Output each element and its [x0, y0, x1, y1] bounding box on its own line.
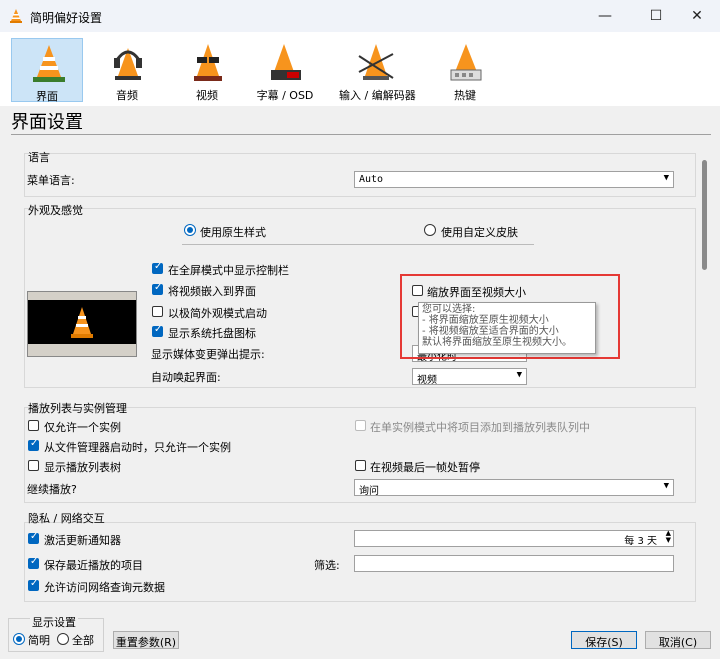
embed-video-checkbox[interactable] [152, 282, 163, 295]
cone-cable-icon [358, 44, 394, 80]
one-instance-checkbox[interactable] [28, 420, 39, 431]
filter-label: 筛选: [314, 559, 340, 572]
one-instance-label: 仅允许一个实例 [44, 421, 121, 434]
recent-items-label: 保存最近播放的项目 [44, 559, 143, 572]
privacy-group-label: 隐私 / 网络交互 [28, 512, 105, 525]
cone-interface-icon [33, 45, 65, 82]
embed-video-label: 将视频嵌入到界面 [168, 285, 256, 298]
menu-language-label: 菜单语言: [27, 174, 75, 187]
all-view-radio[interactable] [57, 633, 69, 645]
cone-glasses-icon [194, 44, 222, 81]
continue-playback-value: 询问 [359, 486, 379, 497]
systray-checkbox[interactable] [152, 324, 163, 337]
page-title: 界面设置 [11, 112, 83, 133]
tooltip-line: 默认将界面缩放至原生视频大小。 [422, 337, 572, 348]
enqueue-checkbox[interactable] [355, 420, 366, 431]
recent-items-checkbox[interactable] [28, 556, 39, 569]
tooltip-line: 您可以选择: [422, 304, 476, 315]
preview-controls [28, 344, 136, 356]
tooltip-line: - 将视频缩放至适合界面的大小 [422, 326, 559, 337]
cancel-button[interactable]: 取消(C) [645, 631, 711, 649]
pause-last-frame-label: 在视频最后一帧处暂停 [370, 461, 480, 474]
playlist-tree-checkbox[interactable] [28, 460, 39, 471]
simple-view-radio[interactable] [13, 633, 25, 645]
minimal-start-checkbox[interactable] [152, 306, 163, 317]
simple-view-label: 简明 [28, 634, 50, 647]
category-subtitles-osd[interactable]: 字幕 / OSD [249, 38, 321, 102]
category-label: 界面 [36, 90, 58, 103]
update-notifier-label: 激活更新通知器 [44, 534, 121, 547]
divider [182, 244, 534, 245]
update-notifier-checkbox[interactable] [28, 531, 39, 544]
reset-button[interactable]: 重置参数(R) [113, 631, 179, 649]
category-audio[interactable]: 音频 [91, 38, 163, 102]
chevron-down-icon: ▼ [663, 481, 669, 491]
update-days-spinbox[interactable]: 每 3 天 ▲ ▼ [354, 530, 674, 547]
tooltip-line: - 将界面缩放至原生视频大小 [422, 315, 549, 326]
category-input-codecs[interactable]: 输入 / 编解码器 [339, 38, 416, 102]
close-button[interactable]: ✕ [674, 0, 720, 32]
cone-headphones-icon [114, 48, 142, 80]
continue-playback-select[interactable]: 询问 ▼ [354, 479, 674, 497]
divider [11, 134, 711, 135]
raise-interface-label: 自动唤起界面: [151, 371, 221, 384]
metadata-checkbox[interactable] [28, 578, 39, 591]
chevron-down-icon: ▼ [516, 370, 522, 380]
native-style-label: 使用原生样式 [200, 226, 266, 239]
maximize-button[interactable]: ☐ [633, 0, 679, 32]
menu-language-value: Auto [359, 174, 384, 185]
settings-panel[interactable]: 语言 菜单语言: Auto ▼ 外观及感觉 使用原生样式 使用自定义皮肤 在全屏… [12, 140, 700, 610]
category-label: 音频 [116, 89, 138, 102]
interface-preview-image [27, 291, 137, 357]
category-label: 热键 [454, 89, 476, 102]
native-style-radio[interactable] [184, 224, 196, 236]
cone-clapper-icon [271, 44, 301, 80]
custom-skin-radio[interactable] [424, 224, 436, 236]
window-title: 简明偏好设置 [30, 11, 103, 25]
title-bar: 简明偏好设置 — ☐ ✕ [0, 0, 720, 32]
pause-last-frame-checkbox[interactable] [355, 460, 366, 471]
playlist-tree-label: 显示播放列表树 [44, 461, 121, 474]
all-view-label: 全部 [72, 634, 94, 647]
preview-menubar [28, 292, 136, 300]
vlc-cone-icon [10, 9, 22, 23]
category-label: 输入 / 编解码器 [339, 89, 416, 102]
resize-tooltip: 您可以选择: - 将界面缩放至原生视频大小 - 将视频缩放至适合界面的大小 默认… [418, 302, 596, 354]
custom-skin-label: 使用自定义皮肤 [441, 226, 518, 239]
minimize-button[interactable]: — [582, 0, 628, 32]
category-interface[interactable]: 界面 [11, 38, 83, 103]
scrollbar-thumb[interactable] [702, 160, 707, 270]
cone-keyboard-icon [450, 44, 482, 81]
metadata-label: 允许访问网络查询元数据 [44, 581, 165, 594]
enqueue-label: 在单实例模式中将项目添加到播放列表队列中 [370, 421, 590, 434]
playlist-group-label: 播放列表与实例管理 [28, 402, 127, 415]
category-hotkeys[interactable]: 热键 [429, 38, 501, 102]
menu-language-select[interactable]: Auto ▼ [354, 171, 674, 188]
continue-playback-label: 继续播放? [27, 483, 77, 496]
category-label: 字幕 / OSD [256, 89, 314, 102]
resize-interface-checkbox[interactable] [412, 285, 423, 296]
look-feel-group-label: 外观及感觉 [28, 204, 83, 217]
chevron-down-icon: ▼ [663, 173, 669, 183]
language-group-label: 语言 [28, 151, 50, 164]
systray-label: 显示系统托盘图标 [168, 327, 256, 340]
minimal-start-label: 以极简外观模式启动 [168, 307, 267, 320]
fullscreen-controls-label: 在全屏模式中显示控制栏 [168, 264, 289, 277]
show-settings-label: 显示设置 [30, 614, 78, 630]
save-button[interactable]: 保存(S) [571, 631, 637, 649]
raise-interface-select[interactable]: 视频 ▼ [412, 368, 527, 386]
category-label: 视频 [196, 89, 218, 102]
vertical-scrollbar[interactable] [700, 140, 710, 610]
category-video[interactable]: 视频 [171, 38, 243, 102]
popup-label: 显示媒体变更弹出提示: [151, 348, 265, 361]
one-instance-fm-checkbox[interactable] [28, 438, 39, 451]
filter-input[interactable] [354, 555, 674, 572]
cone-preview-icon [71, 307, 93, 338]
fullscreen-controls-checkbox[interactable] [152, 261, 163, 274]
one-instance-fm-label: 从文件管理器启动时，只允许一个实例 [44, 441, 231, 454]
update-days-value: 每 3 天 [624, 536, 657, 547]
stepper-arrows-icon[interactable]: ▲ ▼ [666, 530, 671, 544]
resize-interface-label: 缩放界面至视频大小 [427, 286, 526, 299]
raise-interface-value: 视频 [417, 375, 437, 386]
